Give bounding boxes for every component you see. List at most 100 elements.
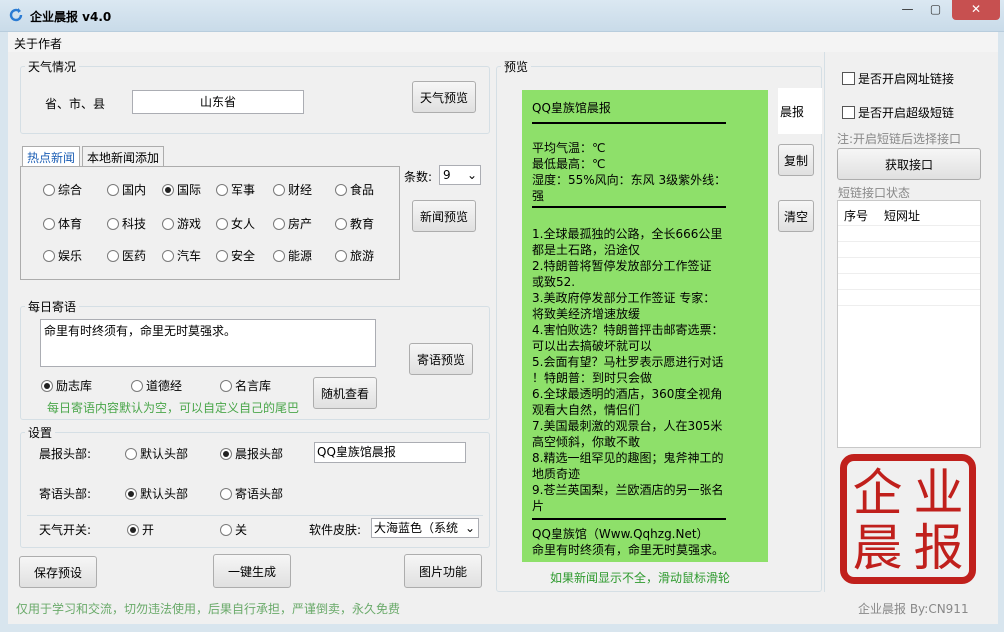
news-preview-button[interactable]: 新闻预览 <box>412 200 476 232</box>
copy-button[interactable]: 复制 <box>778 144 814 176</box>
tail-label: 寄语头部: <box>39 487 92 501</box>
seal-char: 报 <box>913 519 964 577</box>
table-row-line <box>838 289 980 290</box>
weather-off-radio[interactable]: 关 <box>220 521 247 538</box>
daily-preview-button[interactable]: 寄语预览 <box>409 343 473 375</box>
news-line: 7.美国最刺激的观景台，人在305米 <box>532 419 723 433</box>
generate-button[interactable]: 一键生成 <box>213 554 291 588</box>
preview-signature: QQ皇族馆（Www.Qqhzg.Net） <box>532 527 709 541</box>
preview-uv: 强 <box>532 189 545 203</box>
divider <box>532 122 726 124</box>
tail-default-radio[interactable]: 默认头部 <box>125 485 188 502</box>
weather-on-radio[interactable]: 开 <box>127 521 154 538</box>
daily-lib-lizhi[interactable]: 励志库 <box>41 377 92 394</box>
header-label: 晨报头部: <box>39 447 92 461</box>
settings-divider <box>27 515 483 516</box>
random-view-button[interactable]: 随机查看 <box>313 377 377 409</box>
app-refresh-icon <box>9 8 23 22</box>
daily-textarea[interactable]: 命里有时终须有，命里无时莫强求。 <box>40 319 376 367</box>
save-preset-button[interactable]: 保存预设 <box>19 556 97 588</box>
col-index: 序号 <box>844 209 869 223</box>
clear-button[interactable]: 清空 <box>778 200 814 232</box>
close-button[interactable]: ✕ <box>952 0 1000 20</box>
preview-legend: 预览 <box>501 58 532 75</box>
skin-select[interactable]: 大海蓝色（系统 ⌄ <box>371 518 479 538</box>
menu-about-author[interactable]: 关于作者 <box>14 35 62 52</box>
category-shipin[interactable]: 食品 <box>335 181 374 198</box>
status-disclaimer: 仅用于学习和交流，切勿违法使用，后果自行承担，严谨倒卖，永久免费 <box>16 602 401 616</box>
tab-preview-report[interactable]: 晨报 <box>778 88 822 134</box>
seal-stamp: 企 业 晨 报 <box>840 454 976 584</box>
header-custom-radio[interactable]: 晨报头部 <box>220 445 283 462</box>
category-zonghe[interactable]: 综合 <box>43 181 82 198</box>
shortlink-status-label: 短链接口状态 <box>838 186 911 200</box>
shortlink-table[interactable]: 序号 短网址 <box>837 200 981 448</box>
news-line: 将致美经济增速放缓 <box>532 307 641 321</box>
category-guonei[interactable]: 国内 <box>107 181 146 198</box>
category-anquan[interactable]: 安全 <box>216 247 255 264</box>
tail-custom-radio[interactable]: 寄语头部 <box>220 485 283 502</box>
category-nvren[interactable]: 女人 <box>216 215 255 232</box>
preview-message-bubble: QQ皇族馆晨报 平均气温：℃ 最低最高：℃ 湿度：55%风向：东风 3级紫外线：… <box>522 90 768 562</box>
settings-group: 设置 晨报头部: 默认头部 晨报头部 QQ皇族馆晨报 寄语头部: 默认头部 寄语… <box>20 424 490 548</box>
status-bar: 仅用于学习和交流，切勿违法使用，后果自行承担，严谨倒卖，永久免费 企业晨报 By… <box>8 592 998 624</box>
daily-lib-daodejing[interactable]: 道德经 <box>131 377 182 394</box>
seal-char: 企 <box>852 464 903 522</box>
news-line: 8.精选一组罕见的趣图；鬼斧神工的 <box>532 451 724 465</box>
news-category-panel: 综合 国内 国际 军事 财经 食品 体育 科技 游戏 女人 房产 教育 娱乐 医… <box>20 166 400 280</box>
category-junshi[interactable]: 军事 <box>216 181 255 198</box>
weather-legend: 天气情况 <box>25 58 80 75</box>
category-yule[interactable]: 娱乐 <box>43 247 82 264</box>
news-line: 3.美政府停发部分工作签证 专家： <box>532 291 716 305</box>
category-yiyao[interactable]: 医药 <box>107 247 146 264</box>
table-row-line <box>838 257 980 258</box>
right-divider <box>824 52 825 592</box>
news-line: 2.特朗普将暂停发放部分工作签证 <box>532 259 712 273</box>
enable-url-link-checkbox[interactable]: 是否开启网址链接 <box>842 70 954 87</box>
count-label: 条数: <box>404 170 433 184</box>
maximize-button[interactable]: ▢ <box>922 0 949 20</box>
weather-switch-label: 天气开关: <box>39 523 92 537</box>
category-keji[interactable]: 科技 <box>107 215 146 232</box>
preview-motto: 命里有时终须有，命里无时莫强求。 <box>532 543 725 557</box>
window-title: 企业晨报 v4.0 <box>30 10 112 24</box>
header-default-radio[interactable]: 默认头部 <box>125 445 188 462</box>
tab-hot-news[interactable]: 热点新闻 <box>22 146 81 166</box>
image-function-button[interactable]: 图片功能 <box>404 554 482 588</box>
category-qiche[interactable]: 汽车 <box>162 247 201 264</box>
title-bar: 企业晨报 v4.0 — ▢ ✕ <box>0 0 1004 32</box>
count-select[interactable]: 9 ⌄ <box>439 165 481 185</box>
category-jiaoyu[interactable]: 教育 <box>335 215 374 232</box>
shortlink-note: 注:开启短链后选择接口 <box>837 132 962 146</box>
main-panel: 天气情况 省、市、县 山东省 天气预览 热点新闻 本地新闻添加 综合 国内 国际… <box>8 52 998 624</box>
table-row-line <box>838 225 980 226</box>
region-label: 省、市、县 <box>45 97 106 111</box>
header-input[interactable]: QQ皇族馆晨报 <box>314 442 466 463</box>
category-nengyuan[interactable]: 能源 <box>273 247 312 264</box>
news-line: 5.会面有望？马杜罗表示愿进行对话 <box>532 355 724 369</box>
daily-lib-mingyan[interactable]: 名言库 <box>220 377 271 394</box>
settings-legend: 设置 <box>25 424 56 441</box>
category-tiyu[interactable]: 体育 <box>43 215 82 232</box>
category-lvyou[interactable]: 旅游 <box>335 247 374 264</box>
category-youxi[interactable]: 游戏 <box>162 215 201 232</box>
minimize-button[interactable]: — <box>894 0 921 20</box>
get-interface-button[interactable]: 获取接口 <box>837 148 981 180</box>
news-line: 片 <box>532 499 545 513</box>
news-line: 6.全球最透明的酒店，360度全视角 <box>532 387 723 401</box>
weather-preview-button[interactable]: 天气预览 <box>412 81 476 113</box>
table-row-line <box>838 273 980 274</box>
category-caijing[interactable]: 财经 <box>273 181 312 198</box>
news-line: 或致52. <box>532 275 576 289</box>
table-row-line <box>838 305 980 306</box>
tab-local-news[interactable]: 本地新闻添加 <box>82 146 165 166</box>
preview-temp-range: 最低最高：℃ <box>532 157 606 171</box>
category-fangchan[interactable]: 房产 <box>273 215 312 232</box>
category-guoji[interactable]: 国际 <box>162 181 201 198</box>
chevron-down-icon: ⌄ <box>466 168 477 182</box>
region-input[interactable]: 山东省 <box>132 90 304 114</box>
preview-temp-avg: 平均气温：℃ <box>532 141 606 155</box>
enable-short-link-checkbox[interactable]: 是否开启超级短链 <box>842 104 954 121</box>
news-line: 4.害怕败选？特朗普抨击邮寄选票： <box>532 323 724 337</box>
news-line: 9.苍兰英国梨，兰欧酒店的另一张名 <box>532 483 724 497</box>
